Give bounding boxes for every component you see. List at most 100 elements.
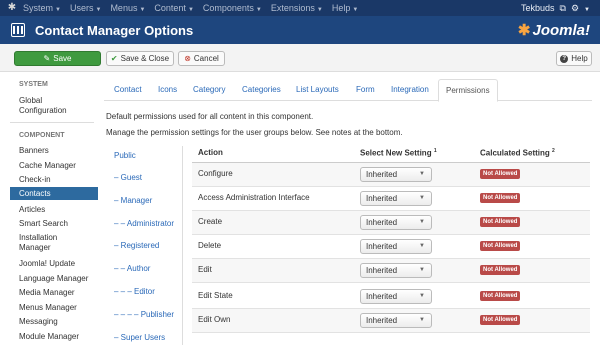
tab-categories[interactable]: Categories [242,79,281,101]
sidebar-item-check-in[interactable]: Check-in [19,175,98,185]
sidebar-item-installation-manager[interactable]: Installation Manager [19,233,98,253]
global-config-line1: Global [19,96,43,105]
tab-permissions[interactable]: Permissions [438,79,498,102]
select-header-label: Select New Setting [360,148,432,158]
external-link-icon[interactable]: ⧉ [560,3,566,14]
question-icon: ? [560,54,569,63]
select-note-marker: 1 [433,148,437,154]
setting-value: Inherited [366,242,398,251]
tab-list-layouts[interactable]: List Layouts [296,79,339,101]
menu-content[interactable]: Content ▼ [154,3,193,13]
setting-select[interactable]: Inherited ▼ [360,167,432,182]
menu-users[interactable]: Users ▼ [70,3,101,13]
save-icon: ✎ [43,54,51,63]
sidebar-item-messaging[interactable]: Messaging [19,317,98,327]
tab-integration[interactable]: Integration [391,79,429,101]
status-badge: Not Allowed [480,241,521,251]
group-manager[interactable]: – Manager [114,196,152,205]
options-tabs: Contact Icons Category Categories List L… [104,79,592,102]
group-registered[interactable]: – Registered [114,241,159,250]
status-badge: Not Allowed [480,217,521,227]
setting-value: Inherited [366,292,398,301]
sidebar-item-module-manager[interactable]: Module Manager [19,332,98,342]
sidebar-heading-component: COMPONENT [19,132,65,139]
sidebar-item-language-manager[interactable]: Language Manager [19,274,98,284]
sidebar-item-cache-manager[interactable]: Cache Manager [19,161,98,171]
setting-select[interactable]: Inherited ▼ [360,215,432,230]
tab-icons[interactable]: Icons [158,79,177,101]
column-header-calculated-setting: Calculated Setting 2 [480,148,555,158]
tab-form[interactable]: Form [356,79,375,101]
status-badge: Not Allowed [480,265,521,275]
menu-extensions[interactable]: Extensions ▼ [271,3,323,13]
status-badge: Not Allowed [480,315,521,325]
cancel-button[interactable]: ⊗ Cancel [178,51,225,66]
permissions-description: Default permissions used for all content… [106,112,314,121]
groups-divider [182,146,183,345]
action-name: Edit State [198,291,233,300]
group-publisher[interactable]: – – – – Publisher [114,310,174,319]
sidebar-item-joomla-update[interactable]: Joomla! Update [19,259,98,269]
group-author[interactable]: – – Author [114,264,150,273]
group-super-users[interactable]: – Super Users [114,333,165,342]
action-name: Edit Own [198,315,231,324]
menu-menus[interactable]: Menus ▼ [110,3,145,13]
sidebar-item-global-configuration[interactable]: Global Configuration [19,96,98,116]
installation-line2: Manager [19,243,51,252]
group-editor[interactable]: – – – Editor [114,287,155,296]
tab-category[interactable]: Category [193,79,225,101]
admin-menu-bar: ✱ System ▼ Users ▼ Menus ▼ Content ▼ Compone… [0,0,600,16]
save-close-label: Save & Close [120,54,170,63]
sidebar: SYSTEM Global Configuration COMPONENT Ba… [0,72,98,345]
menu-users-label: Users [69,3,94,13]
setting-select[interactable]: Inherited ▼ [360,289,432,304]
table-row: Delete Inherited ▼ Not Allowed [192,235,590,259]
menu-components[interactable]: Components ▼ [203,3,262,13]
group-public[interactable]: Public [114,151,136,160]
sidebar-item-contacts[interactable]: Contacts [10,187,98,200]
sidebar-item-smart-search[interactable]: Smart Search [19,219,98,229]
tab-contact[interactable]: Contact [114,79,142,101]
sidebar-item-menus-manager[interactable]: Menus Manager [19,303,98,313]
group-administrator[interactable]: – – Administrator [114,219,174,228]
group-guest[interactable]: – Guest [114,173,142,182]
chevron-down-icon: ▼ [419,219,425,225]
sidebar-item-media-manager[interactable]: Media Manager [19,288,98,298]
setting-select[interactable]: Inherited ▼ [360,191,432,206]
sidebar-item-banners[interactable]: Banners [19,146,98,156]
menu-system[interactable]: System ▼ [23,3,61,13]
table-row: Create Inherited ▼ Not Allowed [192,211,590,235]
action-name: Edit [198,265,212,274]
setting-select[interactable]: Inherited ▼ [360,263,432,278]
table-row: Edit Inherited ▼ Not Allowed [192,259,590,283]
calculated-header-label: Calculated Setting [480,148,550,158]
action-name: Delete [198,241,222,250]
table-row: Access Administration Interface Inherite… [192,187,590,211]
options-icon [11,23,25,37]
page-header: Contact Manager Options ✱ Joomla! [0,16,600,44]
menu-help[interactable]: Help ▼ [332,3,358,13]
page-title: Contact Manager Options [35,22,194,38]
column-header-select-new-setting: Select New Setting 1 [360,148,437,158]
action-name: Configure [198,169,233,178]
save-label: Save [53,54,72,63]
site-name-link[interactable]: Tekbuds [521,3,555,13]
joomla-star-icon: ✱ [517,22,531,39]
setting-select[interactable]: Inherited ▼ [360,239,432,254]
table-row: Configure Inherited ▼ Not Allowed [192,163,590,187]
chevron-down-icon: ▼ [419,243,425,249]
setting-select[interactable]: Inherited ▼ [360,313,432,328]
column-header-action: Action [198,148,223,157]
menu-system-label: System [23,3,54,13]
save-close-button[interactable]: ✔ Save & Close [106,51,174,66]
table-row: Edit State Inherited ▼ Not Allowed [192,285,590,309]
setting-value: Inherited [366,194,398,203]
help-button[interactable]: ? Help [556,51,592,66]
save-button[interactable]: ✎ Save [14,51,101,66]
gear-icon[interactable]: ⚙ ▼ [571,3,590,14]
status-badge: Not Allowed [480,169,521,179]
setting-value: Inherited [366,170,398,179]
sidebar-item-articles[interactable]: Articles [19,205,98,215]
joomla-logo-icon[interactable]: ✱ [6,2,18,14]
cancel-icon: ⊗ [184,54,191,63]
